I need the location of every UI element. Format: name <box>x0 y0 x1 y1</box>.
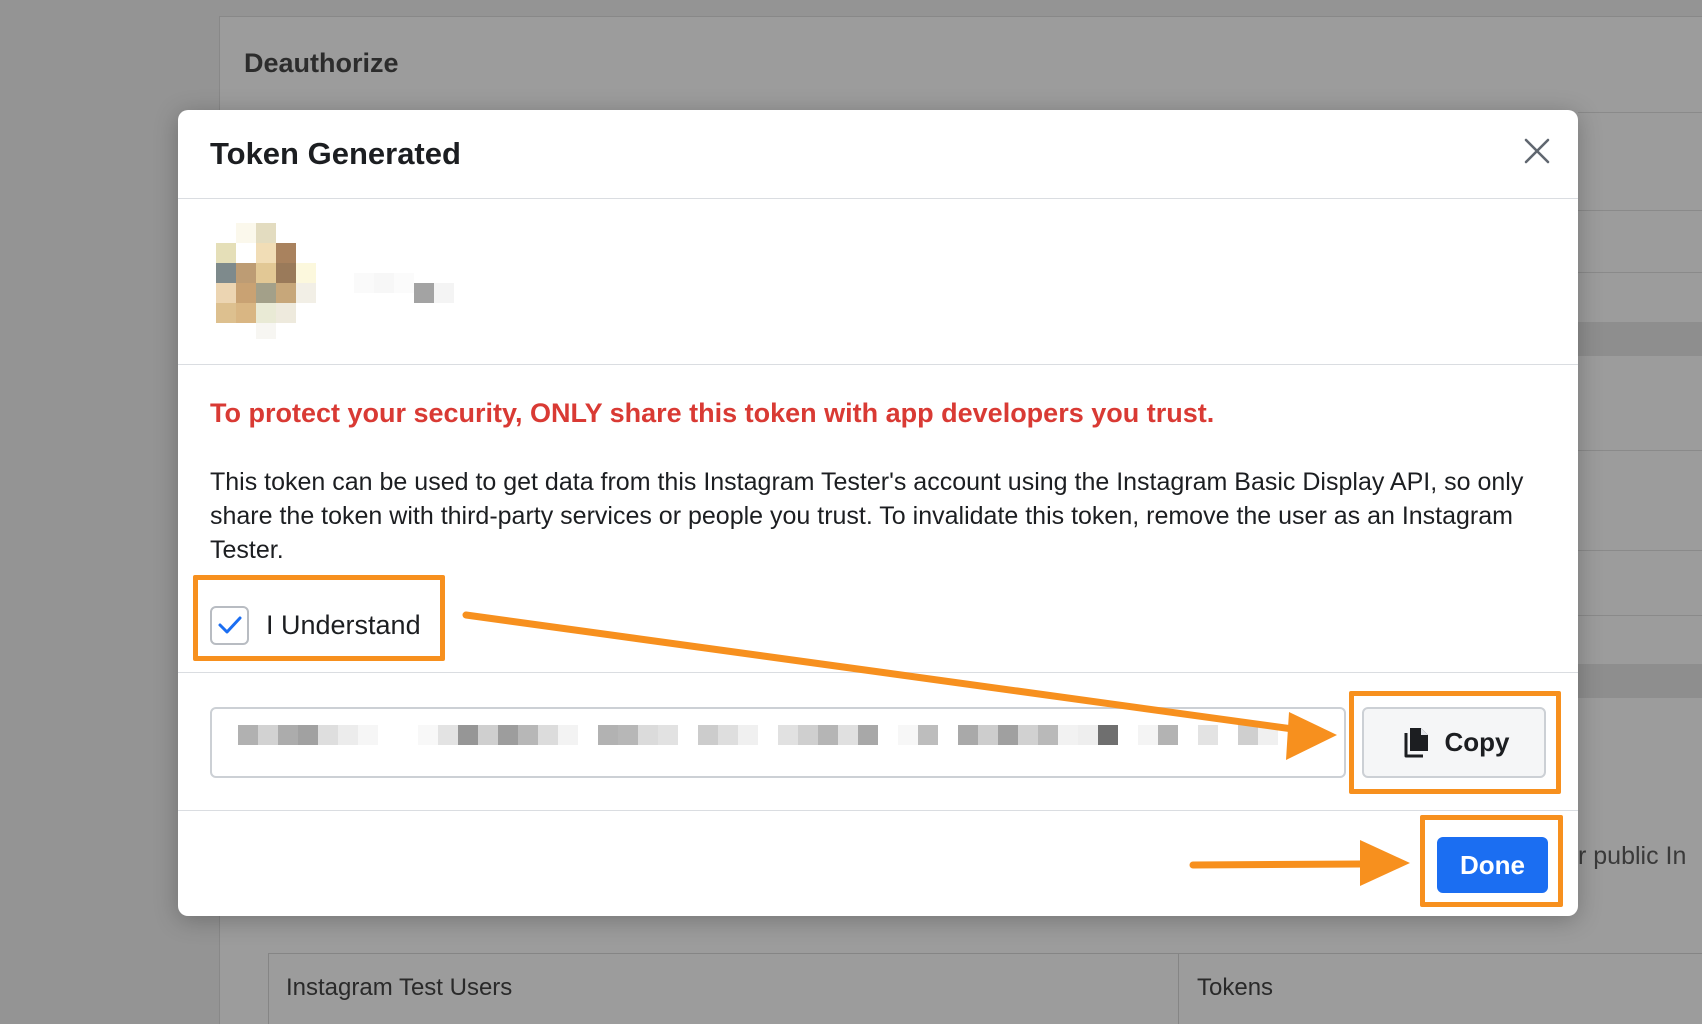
background-side-text: r public In <box>1578 842 1687 870</box>
table-header-tokens: Tokens <box>1197 974 1274 1001</box>
background-divider <box>1578 550 1702 551</box>
understand-label: I Understand <box>266 609 421 640</box>
background-band <box>1578 664 1702 698</box>
understand-checkbox[interactable] <box>210 605 249 645</box>
table-column-divider <box>1178 954 1179 1024</box>
token-description: This token can be used to get data from … <box>210 468 1524 564</box>
token-generated-dialog: Token Generated To protect your security… <box>178 110 1578 916</box>
understand-row: I Understand <box>210 602 421 648</box>
copy-button-label: Copy <box>1444 727 1510 757</box>
background-divider <box>1578 210 1702 211</box>
avatar <box>216 223 316 339</box>
copy-button[interactable]: Copy <box>1362 707 1546 778</box>
background-divider <box>1578 450 1702 451</box>
done-button[interactable]: Done <box>1437 837 1548 893</box>
security-warning: To protect your security, ONLY share thi… <box>210 398 1215 428</box>
background-band <box>1578 322 1702 356</box>
tester-account <box>178 200 1578 365</box>
background-divider <box>1578 112 1702 113</box>
table-header-users: Instagram Test Users <box>286 974 513 1001</box>
background-divider <box>1578 272 1702 273</box>
dialog-title: Token Generated <box>210 136 461 171</box>
instagram-test-users-table: Instagram Test Users Tokens <box>268 953 1702 1024</box>
dialog-header: Token Generated <box>178 110 1578 199</box>
copy-icon <box>1404 727 1428 757</box>
background-page-title: Deauthorize <box>244 48 399 78</box>
checkmark-icon <box>218 616 241 634</box>
background-divider <box>1578 615 1702 616</box>
close-button[interactable] <box>1520 134 1554 168</box>
token-value-redacted <box>238 725 1278 745</box>
token-section: Copy <box>178 672 1578 811</box>
access-token-field[interactable] <box>210 707 1346 778</box>
username-redacted <box>354 267 484 307</box>
close-icon <box>1524 138 1550 164</box>
